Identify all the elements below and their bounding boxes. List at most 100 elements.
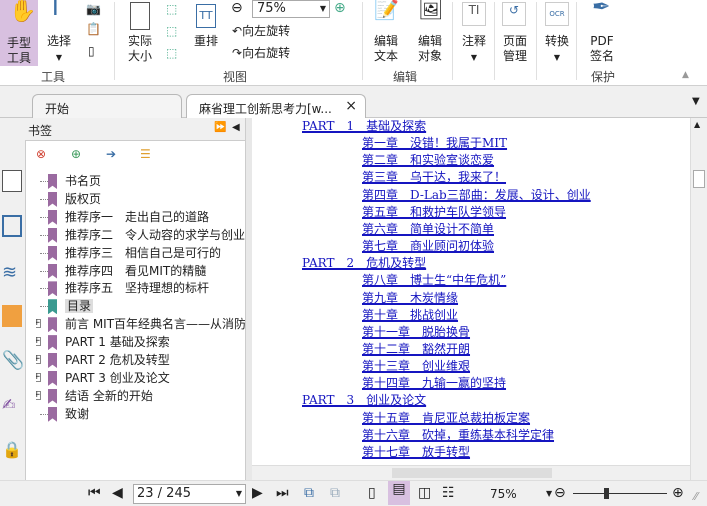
hscroll-thumb[interactable] [392,468,552,478]
bookmark-item[interactable]: + PART 2 危机及转型 [36,351,246,369]
zoom-slider-thumb[interactable] [603,488,609,499]
rotate-left-button[interactable]: ↶向左旋转 [232,22,290,39]
single-page-icon[interactable]: ▯ [368,485,376,501]
collapse-panel-icon[interactable]: ◀ [232,122,240,133]
zoom-select[interactable]: 75% ▼ [252,0,330,18]
panel-splitter[interactable] [245,118,252,480]
toc-chapter-link[interactable]: 第八章 博士生“中年危机” [362,273,506,288]
comments-panel-icon[interactable] [2,305,22,327]
bookmark-item[interactable]: 版权页 [36,190,246,208]
expand-icon[interactable]: + [36,355,41,364]
highlight-icon[interactable]: ▯ [88,44,95,58]
bookmark-item[interactable]: + PART 1 基础及探索 [36,333,246,351]
bookmark-item[interactable]: 目录 [36,297,246,315]
page-manage-button[interactable]: ↺ 页面 管理 [496,0,534,64]
toc-chapter-link[interactable]: 第十四章 九输一赢的坚持 [362,376,506,391]
bookmark-item[interactable]: 推荐序四 看见MIT的精髓 [36,262,246,280]
toc-chapter-link[interactable]: 第十一章 脱胎换骨 [362,325,470,340]
attachments-panel-icon[interactable]: 📎 [2,350,24,372]
reflow-button[interactable]: TT 重排 [190,0,222,49]
signature-panel-icon[interactable]: ✍ [2,395,22,417]
zoom-out-button[interactable]: ⊖ [554,485,566,501]
toc-chapter-link[interactable]: 第一章 没错！我属于MIT [362,136,507,151]
tab-document[interactable]: 麻省理工创新思考力[w... × [186,94,366,118]
bookmark-item[interactable]: 推荐序一 走出自己的道路 [36,208,246,226]
pages-panel-icon[interactable] [2,170,22,192]
toc-chapter-link[interactable]: 第六章 简单设计不简单 [362,222,494,237]
toc-part-link[interactable]: PART 3 创业及论文 [302,393,426,408]
clipboard-icon[interactable]: 📋 [86,22,101,36]
zoom-out-icon[interactable]: ⊖ [231,0,243,16]
toc-chapter-link[interactable]: 第十章 挑战创业 [362,308,458,323]
next-page-icon[interactable]: ▶ [252,485,263,501]
stack-panel-icon[interactable]: ≋ [2,262,22,284]
toc-part-link[interactable]: PART 2 危机及转型 [302,256,426,271]
zoom-dropdown-icon[interactable]: ▼ [546,489,552,498]
bookmark-item[interactable]: 推荐序三 相信自己是可行的 [36,244,246,262]
scroll-up-button[interactable]: ▲ [694,120,700,129]
expand-panel-icon[interactable]: ⏩ [214,122,226,133]
rotate-right-button[interactable]: ↷向右旋转 [232,44,290,61]
toc-chapter-link[interactable]: 第九章 木炭情缘 [362,291,458,306]
toc-chapter-link[interactable]: 第五章 和救护车队学领导 [362,205,506,220]
continuous-facing-icon[interactable]: ☷ [442,485,455,501]
toc-chapter-link[interactable]: 第十六章 砍掉，重练基本科学定律 [362,428,554,443]
first-page-icon[interactable]: ⏮ [88,485,101,501]
bookmark-item[interactable]: 推荐序二 令人动容的求学与创业 [36,226,246,244]
page-number-input[interactable]: 23 / 245 ▼ [133,484,246,504]
expand-icon[interactable]: + [36,390,41,400]
edit-text-button[interactable]: 📝 编辑 文本 [368,0,404,64]
expand-icon[interactable]: + [36,372,41,382]
toc-chapter-link[interactable]: 第三章 乌干达，我来了！ [362,170,506,185]
toc-chapter-link[interactable]: 第七章 商业顾问初体验 [362,239,494,254]
bookmark-item[interactable]: 致谢 [36,405,246,423]
scroll-thumb[interactable] [693,170,705,188]
zoom-in-icon[interactable]: ⊕ [334,0,346,16]
toc-chapter-link[interactable]: 第十七章 放手转型 [362,445,470,460]
vertical-scrollbar[interactable]: ▲ [690,118,707,480]
last-page-icon[interactable]: ⏭ [276,485,289,501]
select-button[interactable]: T 选择 ▼ [44,0,74,65]
toc-part-link[interactable]: PART 1 基础及探索 [302,119,426,134]
zoom-in-button[interactable]: ⊕ [672,485,684,501]
edit-object-button[interactable]: 🖼 编辑 对象 [410,0,450,64]
annotate-button[interactable]: TI 注释 ▼ [456,0,492,65]
prev-page-icon[interactable]: ◀ [112,485,123,501]
resize-grip-icon[interactable]: ⁄⁄ [694,490,698,503]
security-lock-icon[interactable]: 🔒 [2,440,22,462]
horizontal-scrollbar[interactable] [252,465,690,480]
zoom-slider[interactable] [573,488,667,499]
expand-icon[interactable]: + [36,337,41,347]
hand-tool-button[interactable]: ✋ 手型 工具 [0,0,38,66]
bookmark-item[interactable]: 推荐序五 坚持理想的标杆 [36,279,246,297]
pdf-sign-button[interactable]: ✒ PDF 签名 [582,0,622,64]
toc-chapter-link[interactable]: 第十五章 肯尼亚总裁拍板定案 [362,411,530,426]
goto-bookmark-icon[interactable]: ➔ [106,147,116,161]
convert-button[interactable]: OCR 转换 ▼ [540,0,574,65]
actual-size-button[interactable]: 实际 大小 [122,0,158,64]
layers-panel-icon[interactable] [2,215,22,237]
toc-chapter-link[interactable]: 第十三章 创业维艰 [362,359,470,374]
toc-chapter-link[interactable]: 第四章 D-Lab三部曲：发展、设计、创业 [362,188,591,203]
toc-chapter-link[interactable]: 第二章 和实验室谈恋爱 [362,153,494,168]
expand-icon[interactable]: + [36,319,41,329]
delete-bookmark-icon[interactable]: ⊗ [36,147,46,161]
bookmark-item[interactable]: + PART 3 创业及论文 [36,369,246,387]
facing-page-icon[interactable]: ◫ [418,485,431,501]
fit-page-icon[interactable]: ⬚ [166,2,177,16]
snapshot-icon[interactable]: 📷 [86,2,101,16]
close-icon[interactable]: × [345,98,357,114]
next-view-icon[interactable]: ⧉ [330,485,340,501]
fit-visible-icon[interactable]: ⬚ [166,46,177,60]
bookmark-options-icon[interactable]: ☰ [140,147,151,161]
tab-start[interactable]: 开始 [32,94,182,118]
bookmark-item[interactable]: + 前言 MIT百年经典名言——从消防 [36,315,246,333]
previous-view-icon[interactable]: ⧉ [304,485,314,501]
bookmark-item[interactable]: + 结语 全新的开始 [36,387,246,405]
fit-width-icon[interactable]: ⬚ [166,24,177,38]
continuous-page-icon[interactable]: ▤ [388,481,410,505]
tab-list-icon[interactable]: ▼ [692,96,700,107]
bookmark-item[interactable]: 书名页 [36,172,246,190]
toc-chapter-link[interactable]: 第十二章 豁然开朗 [362,342,470,357]
collapse-ribbon-icon[interactable]: ▲ [682,70,689,80]
